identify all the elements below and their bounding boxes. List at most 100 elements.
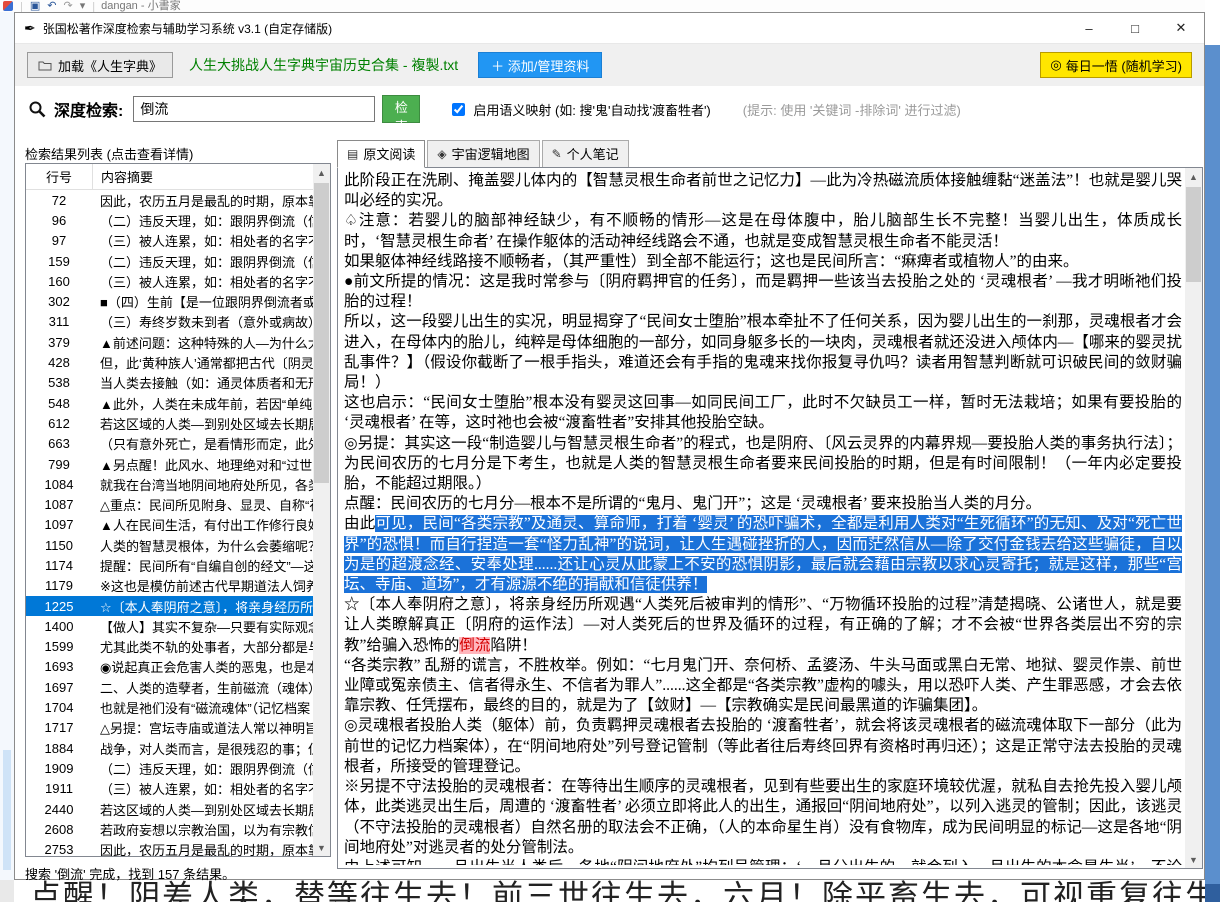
column-line-number: 行号 (26, 167, 92, 186)
paragraph: 点醒：民间农历的七月分—根本不是所谓的“鬼月、鬼门开”；这是 ‘灵魂根者’ 要来… (344, 494, 1182, 514)
table-row[interactable]: 311（三）寿终岁数未到者（意外或病故） (26, 312, 313, 332)
column-summary: 内容摘要 (92, 164, 313, 189)
table-row[interactable]: 1909（二）违反天理，如：跟阴界倒流（信 (26, 758, 313, 778)
background-text-strip: 点醒！阴差人类，替等往生去！前三世往生去，六月！除平畜生去，可视重复往生去，押生… (14, 880, 1205, 902)
daily-insight-label: 每日一悟 (随机学习) (1066, 56, 1182, 75)
results-scrollbar[interactable]: ▲ ▼ (313, 164, 330, 856)
add-manage-button[interactable]: ＋ 添加/管理资料 (478, 52, 602, 78)
text-run: ●前文所提的情况：这是我时常参与〔阴府羁押官的任务〕，而是羁押一些该当去投胎之处… (344, 273, 1182, 310)
table-row[interactable]: 2440若这区域的人类—到别处区域去长期居 (26, 799, 313, 819)
table-row[interactable]: 1179※这也是模仿前述古代早期道法人饲养 (26, 576, 313, 596)
background-text-fragment: 点醒！阴差人类，替等往生去！前三世往生去，六月！除平畜生去，可视重复往生去，押生… (30, 880, 1205, 902)
results-header: 行号 内容摘要 (26, 164, 313, 190)
save-icon[interactable]: ▣ (30, 1, 40, 12)
row-summary: 二、人类的造孽者，生前磁流（魂体） (92, 678, 313, 697)
table-row[interactable]: 1599尤其此类不轨的处事者，大部分都是与 (26, 637, 313, 657)
load-dictionary-button[interactable]: 加载《人生字典》 (27, 52, 173, 78)
table-row[interactable]: 612若这区域的人类—到别处区域去长期居 (26, 413, 313, 433)
semantic-mapping-option[interactable]: 启用语义映射 (如: 搜'鬼'自动找'渡畜牲者') (448, 100, 710, 119)
table-row[interactable]: 538当人类去接触（如：通灵体质者和无形 (26, 373, 313, 393)
paragraph: ※另提不守法投胎的灵魂根者：在等待出生顺序的灵魂根者，见到有些要出生的家庭环境较… (344, 777, 1182, 858)
undo-icon[interactable]: ↶ (47, 1, 56, 12)
table-row[interactable]: 1704也就是祂们没有“磁流魂体”（记忆档案 (26, 697, 313, 717)
quill-icon: ✒ (24, 20, 36, 37)
daily-insight-button[interactable]: ◎ 每日一悟 (随机学习) (1040, 52, 1192, 78)
text-run: 如果躯体神经线路接不顺畅者，（其严重性）到全部不能运行；这也是民间所言：“痳痺者… (344, 253, 1079, 270)
row-summary: （二）违反天理，如：跟阴界倒流（信 (92, 252, 313, 271)
tab-original-text[interactable]: ▤ 原文阅读 (337, 140, 425, 168)
redo-icon[interactable]: ↷ (63, 1, 72, 12)
table-row[interactable]: 799▲另点醒！此风水、地理绝对和“过世的 (26, 454, 313, 474)
background-left-strip (0, 12, 15, 880)
row-summary: 但，此‘黄种族人’通常都把古代〔阴灵 (92, 353, 313, 372)
load-dictionary-label: 加载《人生字典》 (58, 56, 162, 75)
row-summary: ■（四）生前【是一位跟阴界倒流者或 (92, 292, 313, 311)
row-line-number: 1084 (26, 477, 92, 492)
row-summary: ▲此外，人类在未成年前，若因“单纯的 (92, 394, 313, 413)
row-line-number: 1884 (26, 741, 92, 756)
table-row[interactable]: 159（二）违反天理，如：跟阴界倒流（信 (26, 251, 313, 271)
table-row[interactable]: 1150人类的智慧灵根体，为什么会萎缩呢？ (26, 535, 313, 555)
reader-scrollbar-thumb[interactable] (1186, 187, 1201, 282)
table-row[interactable]: 663（只有意外死亡，是看情形而定，此外 (26, 434, 313, 454)
table-row[interactable]: 1697二、人类的造孽者，生前磁流（魂体） (26, 677, 313, 697)
table-row[interactable]: 2608若政府妄想以宗教治国，以为有宗教信 (26, 819, 313, 839)
table-row[interactable]: 97（三）被人连累，如：相处者的名字不 (26, 231, 313, 251)
table-row[interactable]: 1174提醒：民间所有“自编自创的经文”—这 (26, 555, 313, 575)
search-input[interactable] (133, 96, 375, 122)
reader-scroll-up-icon[interactable]: ▲ (1185, 168, 1202, 185)
caret-icon[interactable]: ▾ (80, 1, 86, 12)
search-button[interactable]: 检索 (382, 95, 420, 123)
row-summary: 就我在台湾当地阴间地府处所见，各类 (92, 475, 313, 494)
results-scrollbar-thumb[interactable] (314, 183, 329, 483)
tab-universe-logic-map[interactable]: ◈ 宇宙逻辑地图 (427, 140, 539, 168)
close-button[interactable]: ✕ (1158, 13, 1204, 43)
table-row[interactable]: 1087△重点：民间所见附身、显灵、自称“神 (26, 494, 313, 514)
table-row[interactable]: 1400【做人】其实不复杂—只要有实际观念 (26, 616, 313, 636)
table-row[interactable]: 379▲前述问题：这种特殊的人—为什么大 (26, 332, 313, 352)
reader-scroll-down-icon[interactable]: ▼ (1185, 851, 1202, 868)
row-line-number: 72 (26, 193, 92, 208)
main-window: ✒ 张国松著作深度检索与辅助学习系统 v3.1 (自定存储版) – □ ✕ 加载… (14, 12, 1205, 880)
table-row[interactable]: 302■（四）生前【是一位跟阴界倒流者或 (26, 291, 313, 311)
reader-scrollbar[interactable]: ▲ ▼ (1185, 168, 1202, 868)
table-row[interactable]: 1084就我在台湾当地阴间地府处所见，各类 (26, 474, 313, 494)
table-row[interactable]: 96（二）违反天理，如：跟阴界倒流（信 (26, 210, 313, 230)
table-row[interactable]: 1693◉说起真正会危害人类的恶鬼，也是本 (26, 657, 313, 677)
row-line-number: 1599 (26, 639, 92, 654)
tab-personal-notes[interactable]: ✎ 个人笔记 (542, 140, 629, 168)
semantic-mapping-checkbox[interactable] (452, 103, 465, 116)
row-summary: 尤其此类不轨的处事者，大部分都是与 (92, 637, 313, 656)
background-scrollbar-track[interactable] (1205, 45, 1220, 885)
text-run: ◎灵魂根者投胎人类（躯体）前，负责羁押灵魂根者去投胎的 ‘渡畜牲者’，就会将该灵… (344, 717, 1182, 774)
table-row[interactable]: 160（三）被人连累，如：相处者的名字不 (26, 271, 313, 291)
text-run: ◎另提：其实这一段“制造婴儿与智慧灵根生命者”的程式，也是阴府、〔风云灵界的内幕… (344, 435, 1182, 492)
text-run: 这也启示：“民间女士堕胎”根本没有婴灵这回事—如同民间工厂，此时不欠缺员工一样，… (344, 394, 1182, 431)
row-summary: 因此，农历五月是最乱的时期，原本靠 (92, 840, 313, 856)
results-caption: 检索结果列表 (点击查看详情) (25, 144, 193, 163)
scroll-up-icon[interactable]: ▲ (313, 164, 330, 181)
row-summary: 若这区域的人类—到别处区域去长期居 (92, 800, 313, 819)
add-manage-label: ＋ 添加/管理资料 (491, 56, 589, 75)
paragraph: ◎另提：其实这一段“制造婴儿与智慧灵根生命者”的程式，也是阴府、〔风云灵界的内幕… (344, 434, 1182, 495)
scroll-down-icon[interactable]: ▼ (313, 839, 330, 856)
text-run: 由上述可知，一旦出生当人类后，各地“阴间地府处”均列号管理；‘一月分出生的，就会… (344, 859, 1182, 865)
table-row[interactable]: 428但，此‘黄种族人’通常都把古代〔阴灵 (26, 352, 313, 372)
paragraph: “各类宗教” 乱掰的谎言，不胜枚举。例如：“七月鬼门开、奈何桥、孟婆汤、牛头马面… (344, 656, 1182, 717)
text-run: 陷阱！ (490, 637, 537, 654)
minimize-button[interactable]: – (1066, 13, 1112, 43)
row-summary: ☆〔本人奉阴府之意〕，将亲身经历所 (92, 597, 313, 616)
row-line-number: 1150 (26, 538, 92, 553)
table-row[interactable]: 1911（三）被人连累，如：相处者的名字不 (26, 779, 313, 799)
table-row[interactable]: 1884战争，对人类而言，是很残忍的事；但 (26, 738, 313, 758)
table-row[interactable]: 2753因此，农历五月是最乱的时期，原本靠 (26, 840, 313, 857)
table-row[interactable]: 72因此，农历五月是最乱的时期，原本靠 (26, 190, 313, 210)
table-row[interactable]: 1717△另提：宫坛寺庙或道法人常以神明旨 (26, 718, 313, 738)
row-summary: 若这区域的人类—到别处区域去长期居 (92, 414, 313, 433)
reader-text[interactable]: 此阶段正在洗刷、掩盖婴儿体内的【智慧灵根生命者前世之记忆力】—此为冷热磁流质体接… (344, 171, 1182, 865)
table-row[interactable]: 548▲此外，人类在未成年前，若因“单纯的 (26, 393, 313, 413)
maximize-button[interactable]: □ (1112, 13, 1158, 43)
table-row[interactable]: 1097▲人在民间生活，有付出工作修行良好 (26, 515, 313, 535)
paragraph: 这也启示：“民间女士堕胎”根本没有婴灵这回事—如同民间工厂，此时不欠缺员工一样，… (344, 393, 1182, 433)
table-row[interactable]: 1225☆〔本人奉阴府之意〕，将亲身经历所 (26, 596, 313, 616)
